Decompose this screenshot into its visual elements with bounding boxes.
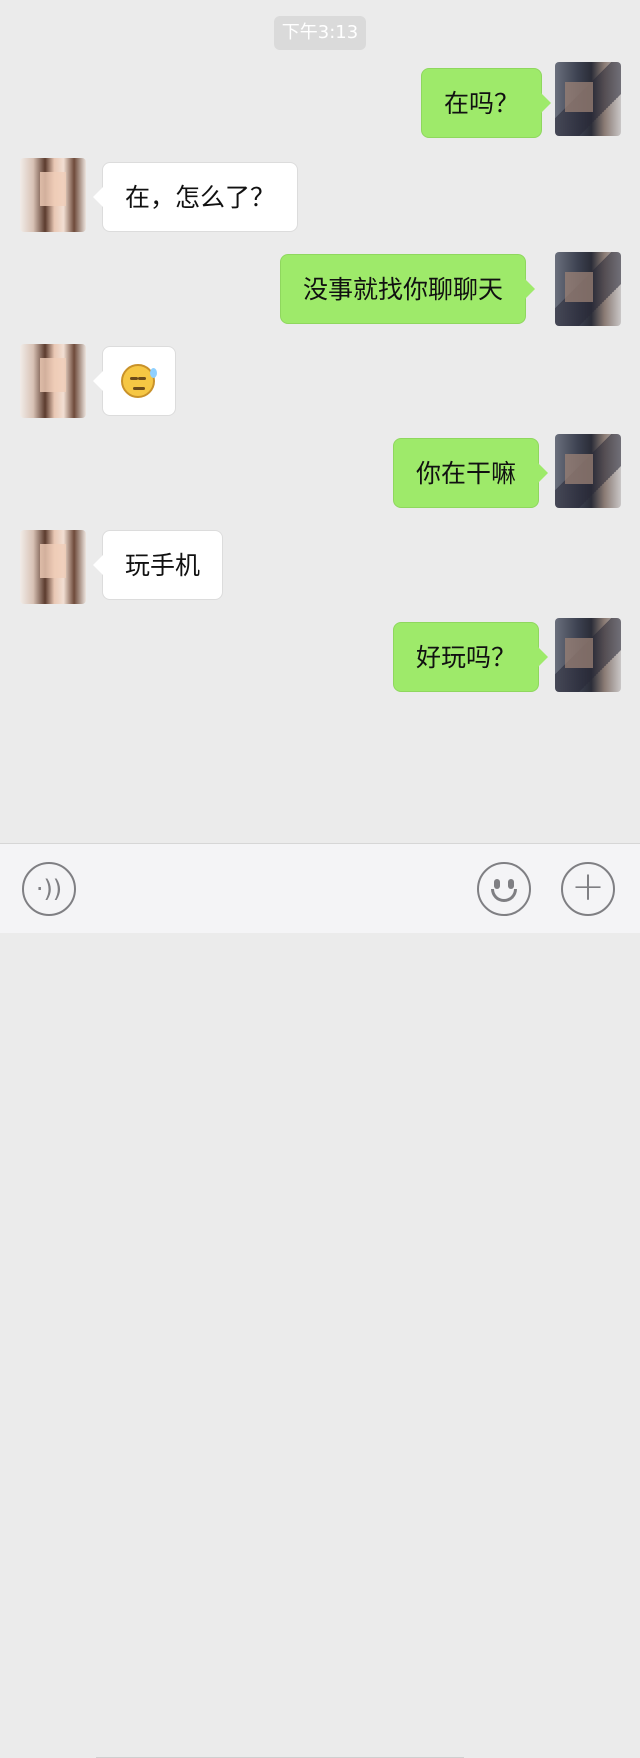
incoming-message-bubble[interactable]: 玩手机 [92,530,224,600]
voice-icon[interactable]: ·)) [22,862,76,916]
outgoing-message-bubble[interactable]: 没事就找你聊聊天 [280,254,536,324]
plus-icon[interactable]: + [561,862,615,916]
outgoing-message-bubble[interactable]: 你在干嘛 [393,438,549,508]
contact-avatar[interactable] [20,344,86,418]
contact-avatar[interactable] [20,158,86,232]
chat-area: 下午3:13 在吗？ 在，怎么了？ 没事就找你聊聊天 你在干嘛 玩手机 好玩吗？ [0,0,640,843]
my-avatar[interactable] [555,618,621,692]
my-avatar[interactable] [555,252,621,326]
incoming-message-bubble[interactable]: 在，怎么了？ [92,162,299,232]
outgoing-message-bubble[interactable]: 好玩吗？ [393,622,549,692]
sweat-smile-emoji-icon [121,364,157,398]
outgoing-message-bubble[interactable]: 在吗？ [421,68,552,138]
contact-avatar[interactable] [20,530,86,604]
emoji-icon[interactable] [477,862,531,916]
chat-input-bar: ·)) + [0,843,640,1758]
my-avatar[interactable] [555,62,621,136]
message-timestamp: 下午3:13 [274,16,366,50]
my-avatar[interactable] [555,434,621,508]
incoming-emoji-bubble[interactable] [93,346,176,416]
